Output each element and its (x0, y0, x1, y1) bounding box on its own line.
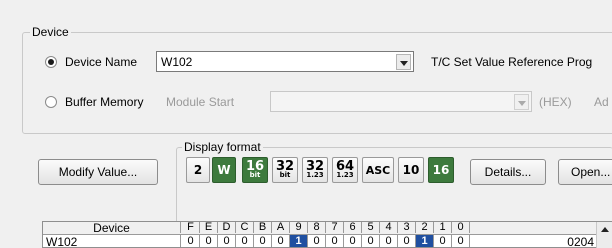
grid-bit-header: F (182, 222, 200, 233)
format-32bit-button[interactable]: 32 bit (272, 157, 298, 183)
grid-bit-cell[interactable]: 0 (452, 235, 470, 247)
format-ascii-label: ASC (365, 163, 391, 177)
grid-bit-header: E (200, 222, 218, 233)
modify-value-button[interactable]: Modify Value... (38, 159, 158, 185)
grid-scrollbar[interactable] (596, 222, 612, 248)
grid-bit-header: 6 (344, 222, 362, 233)
format-ascii-button[interactable]: ASC (362, 157, 394, 183)
format-word-label: W (217, 163, 231, 177)
grid-header-value (471, 222, 599, 234)
format-16bit-stack: 16 bit (246, 160, 264, 179)
grid-bit-header: B (254, 222, 272, 233)
device-name-value: W102 (161, 55, 193, 69)
grid-bit-header: D (218, 222, 236, 233)
chevron-down-icon[interactable] (514, 94, 529, 110)
grid-bit-header: 8 (308, 222, 326, 233)
grid-bit-header: 5 (362, 222, 380, 233)
device-name-label-text: Device Name (65, 55, 138, 69)
device-groupbox (22, 32, 612, 134)
grid-bit-header: 0 (452, 222, 470, 233)
format-decimal-button[interactable]: 10 (398, 157, 424, 183)
buffer-memory-label: Buffer Memory (65, 95, 144, 109)
format-16bit-bottom: bit (249, 171, 261, 179)
format-64float-stack: 64 1.23 (336, 160, 354, 179)
grid-bit-header: 2 (416, 222, 434, 233)
format-word-button[interactable]: W (212, 157, 236, 183)
format-decimal-label: 10 (402, 163, 420, 177)
format-32float-bottom: 1.23 (306, 171, 324, 179)
module-start-combobox[interactable] (270, 91, 532, 112)
buffer-memory-radio[interactable] (45, 96, 57, 108)
grid-bit-header: C (236, 222, 254, 233)
device-group-legend: Device (30, 25, 71, 39)
grid-bit-cell[interactable]: 0 (380, 235, 398, 247)
radio-selected-dot (48, 59, 54, 65)
grid-row-device: W102 (43, 235, 181, 247)
format-64float-bottom: 1.23 (336, 171, 354, 179)
grid-bit-cell[interactable]: 1 (290, 235, 308, 247)
open-label: Open... (571, 165, 611, 179)
format-32float-stack: 32 1.23 (306, 160, 324, 179)
grid-header-device: Device (43, 222, 181, 235)
format-64float-button[interactable]: 64 1.23 (332, 157, 358, 183)
grid-bit-header: 7 (326, 222, 344, 233)
grid-bit-cell[interactable]: 0 (218, 235, 236, 247)
grid-bit-cell[interactable]: 0 (362, 235, 380, 247)
display-format-legend: Display format (182, 140, 263, 154)
hex-label: (HEX) (539, 95, 572, 109)
details-button[interactable]: Details... (470, 159, 546, 185)
format-binary-button[interactable]: 2 (186, 157, 210, 183)
grid-bit-cell[interactable]: 0 (236, 235, 254, 247)
format-hex-label: 16 (432, 163, 450, 177)
grid-bit-header: 9 (290, 222, 308, 233)
grid-row-value[interactable]: 0204 (471, 235, 599, 247)
grid-bit-cell[interactable]: 0 (182, 235, 200, 247)
format-hex-button[interactable]: 16 (428, 157, 454, 183)
ad-label: Ad (594, 95, 609, 109)
format-16bit-button[interactable]: 16 bit (242, 157, 268, 183)
module-start-label: Module Start (166, 95, 235, 109)
chevron-down-icon[interactable] (396, 54, 411, 70)
open-button[interactable]: Open... (558, 159, 612, 185)
grid-bit-header: 1 (434, 222, 452, 233)
grid-header-row: Device FEDCBA9876543210 (43, 222, 612, 235)
tc-set-value-label: T/C Set Value Reference Prog (431, 55, 593, 69)
grid-bit-cell[interactable]: 0 (344, 235, 362, 247)
grid-bit-cell[interactable]: 0 (272, 235, 290, 247)
grid-bit-cell[interactable]: 0 (434, 235, 452, 247)
grid-bit-cell[interactable]: 0 (308, 235, 326, 247)
scroll-up-icon[interactable] (601, 227, 609, 232)
grid-bit-header: A (272, 222, 290, 233)
details-label: Details... (484, 165, 532, 179)
device-name-radio[interactable] (45, 56, 57, 68)
modify-value-label: Modify Value... (58, 165, 138, 179)
table-row[interactable]: W102 0000001000000100 0204 (43, 235, 612, 247)
grid-bit-cell[interactable]: 0 (254, 235, 272, 247)
grid-bit-cell[interactable]: 0 (326, 235, 344, 247)
format-binary-label: 2 (193, 163, 203, 177)
format-32bit-bottom: bit (279, 171, 291, 179)
grid-bit-header: 3 (398, 222, 416, 233)
device-grid: Device FEDCBA9876543210 W102 00000010000… (42, 221, 612, 248)
format-32bit-stack: 32 bit (276, 160, 294, 179)
grid-bit-cell[interactable]: 0 (200, 235, 218, 247)
format-32float-button[interactable]: 32 1.23 (302, 157, 328, 183)
grid-bit-cell[interactable]: 1 (416, 235, 434, 247)
device-name-label: Device Name (65, 55, 137, 69)
grid-bit-cell[interactable]: 0 (398, 235, 416, 247)
grid-bit-header: 4 (380, 222, 398, 233)
device-name-combobox[interactable]: W102 (156, 51, 414, 72)
